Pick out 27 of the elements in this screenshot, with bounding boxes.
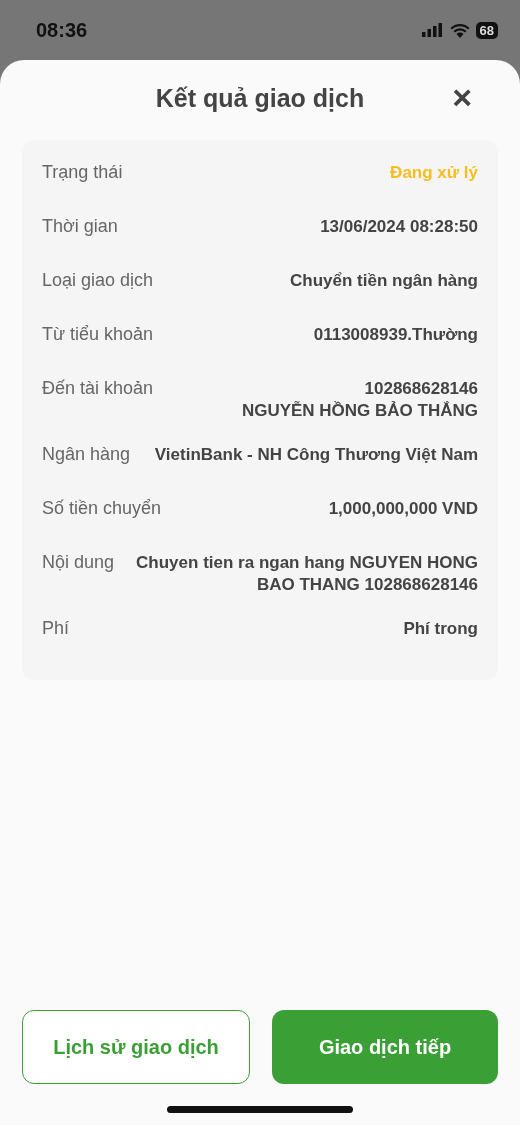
detail-label: Số tiền chuyển: [42, 498, 162, 520]
detail-label: Từ tiểu khoản: [42, 324, 154, 346]
wifi-icon: [449, 22, 470, 38]
detail-value: 13/06/2024 08:28:50: [320, 216, 478, 238]
battery-level: 68: [475, 21, 498, 39]
detail-value: 1,000,000,000 VND: [328, 498, 478, 520]
detail-value: 102868628146: [364, 378, 478, 400]
detail-value: 0113008939.Thường: [313, 324, 478, 346]
detail-label: Đến tài khoản: [42, 378, 154, 400]
detail-value: NGUYỄN HỒNG BẢO THẮNG: [241, 400, 478, 422]
close-button[interactable]: ×: [452, 80, 472, 114]
sheet-title: Kết quả giao dịch: [155, 83, 365, 113]
detail-value: Đang xử lý: [390, 162, 478, 184]
detail-label: Trạng thái: [42, 162, 123, 184]
detail-value: Phí trong: [403, 618, 478, 640]
detail-label: Phí: [42, 618, 70, 640]
signal-icon: [421, 23, 444, 37]
detail-label: Nội dung: [42, 552, 115, 574]
detail-label: Loại giao dịch: [42, 270, 154, 292]
continue-button[interactable]: Giao dịch tiếp: [272, 1010, 498, 1084]
history-button[interactable]: Lịch sử giao dịch: [22, 1010, 250, 1084]
status-time: 08:36: [36, 18, 88, 42]
detail-value: VietinBank - NH Công Thương Việt Nam: [154, 444, 478, 466]
detail-value: Chuyen tien ra ngan hang NGUYEN HONG BAO THANG 102868628146: [135, 552, 478, 596]
detail-label: Ngân hàng: [42, 444, 131, 466]
detail-label: Thời gian: [42, 216, 118, 238]
detail-value: Chuyển tiền ngân hàng: [290, 270, 478, 292]
